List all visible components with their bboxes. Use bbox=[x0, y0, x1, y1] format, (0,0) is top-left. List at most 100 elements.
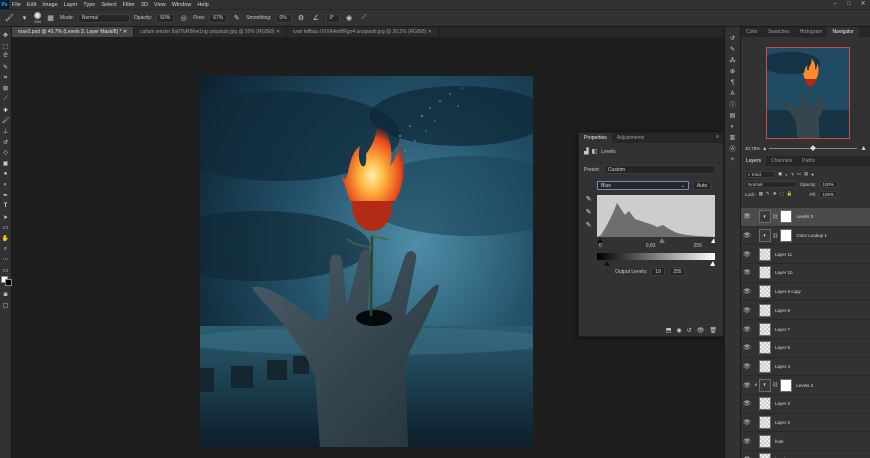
layer-thumbnail[interactable] bbox=[759, 434, 771, 448]
layer-thumbnail[interactable] bbox=[759, 453, 771, 458]
layer-thumbnail[interactable] bbox=[759, 322, 771, 336]
tab-navigator[interactable]: Navigator bbox=[827, 27, 859, 37]
character-icon[interactable]: A bbox=[727, 88, 739, 99]
airbrush-icon[interactable]: ✎ bbox=[231, 13, 242, 24]
view-previous-state-icon[interactable]: ◉ bbox=[676, 327, 681, 334]
mask-link-icon[interactable]: ⛓ bbox=[772, 382, 778, 388]
reset-icon[interactable]: ↺ bbox=[687, 327, 692, 334]
frame-tool-icon[interactable]: ⊠ bbox=[1, 83, 11, 94]
glyphs-icon[interactable]: Ⓐ bbox=[727, 143, 739, 154]
visibility-eye-icon[interactable]: 👁 bbox=[741, 400, 753, 407]
layer-name[interactable]: Layer 10 bbox=[775, 270, 793, 275]
symmetry-icon[interactable]: ⟋ bbox=[359, 13, 370, 24]
menu-3d[interactable]: 3D bbox=[138, 2, 151, 8]
layer-thumbnail[interactable] bbox=[759, 416, 771, 430]
visibility-eye-icon[interactable]: 👁 bbox=[741, 307, 753, 314]
pressure-opacity-icon[interactable]: ◎ bbox=[178, 13, 189, 24]
tab-layers[interactable]: Layers bbox=[741, 156, 767, 166]
angle-field[interactable]: 0° bbox=[325, 13, 340, 23]
document-canvas[interactable] bbox=[200, 76, 533, 447]
tab-paths[interactable]: Paths bbox=[797, 156, 820, 166]
brushes-icon[interactable]: ⁂ bbox=[727, 55, 739, 66]
mask-link-icon[interactable]: ⛓ bbox=[772, 214, 778, 220]
visibility-eye-icon[interactable]: 👁 bbox=[741, 251, 753, 258]
crop-tool-icon[interactable]: ⌗ bbox=[1, 73, 11, 84]
white-point-eyedropper-icon[interactable]: ✎ bbox=[584, 221, 593, 230]
adjustment-layer-icon[interactable]: ◐ bbox=[759, 229, 771, 243]
visibility-eye-icon[interactable]: 👁 bbox=[741, 269, 753, 276]
trash-icon[interactable]: 🗑 bbox=[709, 327, 717, 334]
zoom-tool-icon[interactable]: ⌕ bbox=[1, 244, 11, 255]
brush-settings-icon[interactable]: ✎ bbox=[727, 44, 739, 55]
brush-settings-icon[interactable]: ▦ bbox=[45, 13, 56, 24]
layer-name[interactable]: Levels 3 bbox=[796, 214, 813, 219]
eyedropper-tool-icon[interactable]: ⟋ bbox=[1, 94, 11, 105]
auto-button[interactable]: Auto bbox=[693, 181, 711, 190]
layer-row[interactable]: 👁 Layer 2 bbox=[741, 414, 870, 433]
tab-channels[interactable]: Channels bbox=[766, 156, 797, 166]
zoom-value[interactable]: 40,78% bbox=[745, 146, 760, 151]
input-gamma-value[interactable]: 0,83 bbox=[646, 243, 656, 249]
visibility-eye-icon[interactable]: 👁 bbox=[741, 213, 753, 220]
zoom-out-icon[interactable]: ▴ bbox=[763, 145, 766, 152]
path-selection-tool-icon[interactable]: ➤ bbox=[1, 212, 11, 223]
filter-pixel-icon[interactable]: ▣ bbox=[778, 171, 782, 177]
layer-row[interactable]: 👁 ◐ ⛓ Color Lookup 1 bbox=[741, 227, 870, 246]
close-icon[interactable]: ✕ bbox=[856, 0, 870, 9]
navigator-thumbnail[interactable] bbox=[766, 47, 850, 139]
brush-tool-icon[interactable]: 🖌 bbox=[1, 116, 11, 127]
paths-panel-icon[interactable]: ✧ bbox=[727, 154, 739, 165]
menu-help[interactable]: Help bbox=[194, 2, 211, 8]
layer-row[interactable]: 👁 Layer 5 bbox=[741, 339, 870, 358]
tab-color[interactable]: Color bbox=[741, 27, 763, 37]
visibility-eye-icon[interactable]: 👁 bbox=[741, 232, 753, 239]
clip-to-layer-icon[interactable]: ⬒ bbox=[666, 327, 672, 334]
mode-dropdown[interactable]: Normal bbox=[77, 13, 130, 23]
layer-filter-dropdown[interactable]: ⌕ Kind bbox=[745, 170, 775, 178]
tab-properties[interactable]: Properties bbox=[579, 133, 612, 143]
layer-row[interactable]: 👁 Layer 3 bbox=[741, 395, 870, 414]
chevron-down-icon[interactable]: ▾ bbox=[19, 13, 30, 24]
more-tools-icon[interactable]: ⋯ bbox=[1, 254, 11, 265]
visibility-eye-icon[interactable]: 👁 bbox=[741, 288, 753, 295]
zoom-slider-thumb[interactable] bbox=[810, 144, 817, 151]
menu-select[interactable]: Select bbox=[98, 2, 119, 8]
hand-tool-icon[interactable]: ✋ bbox=[1, 233, 11, 244]
tab-adjustments[interactable]: Adjustments bbox=[612, 133, 650, 143]
layer-thumbnail[interactable] bbox=[759, 266, 771, 280]
layer-mask-thumbnail[interactable] bbox=[780, 378, 793, 392]
layer-name[interactable]: Color Lookup 1 bbox=[796, 233, 827, 238]
visibility-eye-icon[interactable]: 👁 bbox=[741, 326, 753, 333]
layer-name[interactable]: hole bbox=[775, 439, 784, 444]
gray-point-eyedropper-icon[interactable]: ✎ bbox=[584, 208, 593, 217]
layer-thumbnail[interactable] bbox=[759, 247, 771, 261]
adjustment-layer-icon[interactable]: ◐ bbox=[759, 378, 771, 392]
lock-all-icon[interactable]: 🔒 bbox=[787, 191, 793, 197]
layer-name[interactable]: Layer 8 copy bbox=[775, 289, 801, 294]
info-icon[interactable]: ⓘ bbox=[727, 99, 739, 110]
filter-adjustment-icon[interactable]: ◐ bbox=[785, 172, 788, 177]
history-icon[interactable]: ↺ bbox=[727, 33, 739, 44]
move-tool-icon[interactable]: ✥ bbox=[1, 30, 11, 41]
quick-select-tool-icon[interactable]: ✎ bbox=[1, 62, 11, 73]
layer-row[interactable]: 👁 ◐ ⛓ Levels 3 bbox=[741, 208, 870, 227]
layer-name[interactable]: Layer 4 bbox=[775, 364, 790, 369]
clone-source-icon[interactable]: ⊕ bbox=[727, 66, 739, 77]
brush-preset-picker[interactable]: 194 bbox=[34, 12, 41, 24]
layer-mask-thumbnail[interactable] bbox=[780, 229, 793, 243]
mask-link-icon[interactable]: ⛓ bbox=[772, 233, 778, 239]
blur-tool-icon[interactable]: ● bbox=[1, 169, 11, 180]
output-white-field[interactable]: 255 bbox=[669, 267, 686, 276]
tab-histogram[interactable]: Histogram bbox=[795, 27, 828, 37]
layer-thumbnail[interactable] bbox=[759, 341, 771, 355]
preset-dropdown[interactable]: Custom bbox=[603, 165, 716, 174]
layer-thumbnail[interactable] bbox=[759, 397, 771, 411]
menu-edit[interactable]: Edit bbox=[24, 2, 39, 8]
properties-panel-icon[interactable]: ▤ bbox=[727, 110, 739, 121]
output-sliders[interactable] bbox=[597, 260, 715, 266]
dodge-tool-icon[interactable]: ◐ bbox=[1, 180, 11, 191]
layer-name[interactable]: Layer 5 bbox=[775, 345, 790, 350]
layer-row[interactable]: 👁 Layer 7 bbox=[741, 320, 870, 339]
opacity-field[interactable]: 60% bbox=[156, 13, 175, 23]
rectangle-tool-icon[interactable]: ▭ bbox=[1, 222, 11, 233]
